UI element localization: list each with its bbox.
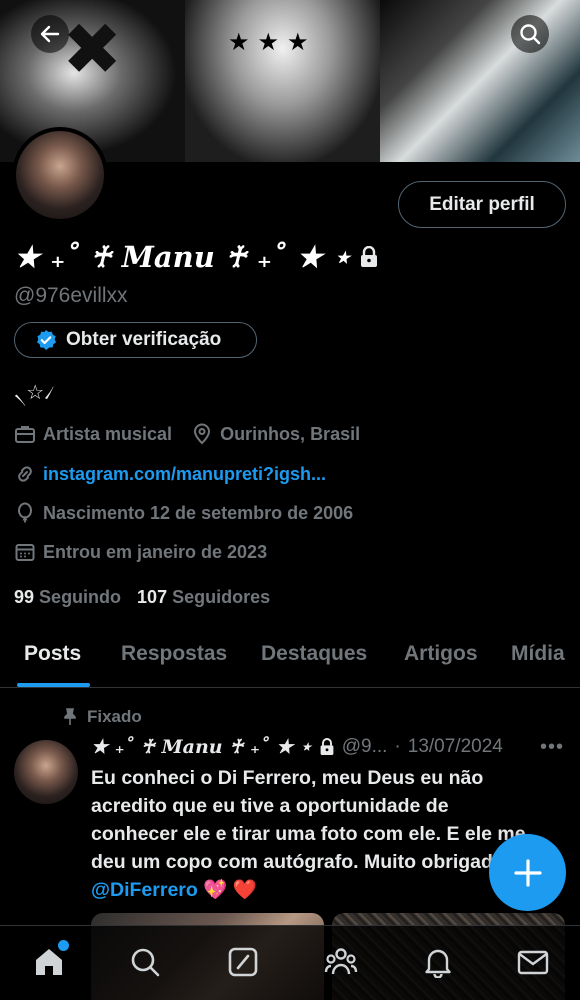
post-text: Eu conheci o Di Ferrero, meu Deus eu não… (91, 764, 531, 904)
nav-communities[interactable] (321, 942, 361, 982)
post-author-handle[interactable]: @9... (342, 736, 388, 758)
briefcase-icon (15, 426, 35, 443)
following-count: 99 (14, 587, 35, 607)
edit-profile-button[interactable]: Editar perfil (398, 181, 566, 228)
plus-icon (513, 858, 542, 887)
lock-icon (360, 246, 377, 267)
profile-meta-row-link[interactable]: instagram.com/manupreti?igsh... (14, 463, 326, 485)
balloon-icon (18, 502, 32, 523)
profile-meta-row-1: Artista musical Ourinhos, Brasil (14, 423, 360, 445)
post-separator: · (394, 736, 401, 757)
post-emojis: 💖 ❤️ (203, 879, 258, 901)
profile-tabs: Posts Respostas Destaques Artigos Mídia (0, 630, 580, 688)
banner-image-center (185, 0, 380, 162)
nav-grok[interactable] (223, 942, 263, 982)
tab-media[interactable]: Mídia (511, 630, 565, 688)
following-link[interactable]: 99 Seguindo (14, 587, 121, 608)
banner-x-decoration: ✖ (62, 10, 123, 90)
followers-link[interactable]: 107 Seguidores (137, 587, 270, 608)
profile-meta-row-birthday: Nascimento 12 de setembro de 2006 (14, 502, 353, 524)
post-header: ★ ₊˚ ♰ Manu ♰ ₊˚ ★ ⋆ @9... · 13/07/2024 (91, 736, 531, 758)
follow-stats: 99 Seguindo 107 Seguidores (14, 587, 270, 608)
nav-notifications[interactable] (418, 942, 458, 982)
banner-image-right (380, 0, 580, 162)
search-icon (520, 24, 541, 45)
get-verification-label: Obter verificação (66, 329, 222, 350)
banner-stars-decoration: ★★★ (228, 29, 317, 56)
communities-icon (324, 948, 358, 975)
get-verification-button[interactable]: Obter verificação (14, 322, 257, 358)
tab-posts[interactable]: Posts (24, 630, 81, 688)
profile-link[interactable]: instagram.com/manupreti?igsh... (43, 464, 326, 485)
search-button[interactable] (511, 15, 549, 53)
verified-badge-icon (37, 330, 56, 350)
post-date[interactable]: 13/07/2024 (408, 736, 503, 758)
post-author-name[interactable]: ★ ₊˚ ♰ Manu ♰ ₊˚ ★ ⋆ (91, 736, 312, 758)
back-button[interactable] (31, 15, 69, 53)
profile-avatar[interactable] (12, 127, 108, 223)
followers-label: Seguidores (172, 587, 271, 607)
profile-category: Artista musical (43, 423, 173, 444)
profile-bio: ৲☆৴ (14, 380, 55, 404)
location-pin-icon (194, 423, 211, 445)
profile-name-row: ★ ₊˚ ♰ Manu ♰ ₊˚ ★ ⋆ (14, 240, 379, 274)
pinned-indicator: Fixado (61, 707, 142, 727)
post-author-avatar[interactable] (14, 740, 78, 804)
post-more-icon[interactable]: ••• (540, 736, 564, 759)
lock-icon (320, 738, 334, 755)
arrow-left-icon (40, 25, 60, 43)
grok-icon (228, 947, 258, 977)
pin-icon (64, 708, 76, 725)
profile-meta-row-joined: Entrou em janeiro de 2023 (14, 541, 267, 563)
nav-search[interactable] (125, 942, 165, 982)
tab-highlights[interactable]: Destaques (261, 630, 367, 688)
profile-handle: @976evillxx (14, 284, 128, 307)
home-notification-dot (58, 940, 69, 951)
followers-count: 107 (137, 587, 168, 607)
post-mention[interactable]: @DiFerrero (91, 879, 198, 901)
compose-button[interactable] (489, 834, 566, 911)
post-body: Eu conheci o Di Ferrero, meu Deus eu não… (91, 767, 526, 873)
active-tab-indicator (17, 683, 90, 687)
following-label: Seguindo (39, 587, 122, 607)
calendar-icon (15, 544, 35, 561)
pinned-label: Fixado (87, 707, 142, 726)
profile-joined: Entrou em janeiro de 2023 (43, 541, 268, 562)
tab-replies[interactable]: Respostas (121, 630, 227, 688)
profile-birthday: Nascimento 12 de setembro de 2006 (43, 502, 354, 523)
profile-location: Ourinhos, Brasil (220, 423, 361, 444)
tab-articles[interactable]: Artigos (404, 630, 478, 688)
messages-icon (517, 950, 549, 975)
bottom-navigation (0, 925, 580, 1000)
search-icon (131, 948, 160, 977)
notifications-icon (425, 949, 451, 978)
nav-messages[interactable] (513, 942, 553, 982)
profile-name: ★ ₊˚ ♰ Manu ♰ ₊˚ ★ ⋆ (14, 240, 351, 274)
link-icon (18, 466, 32, 482)
